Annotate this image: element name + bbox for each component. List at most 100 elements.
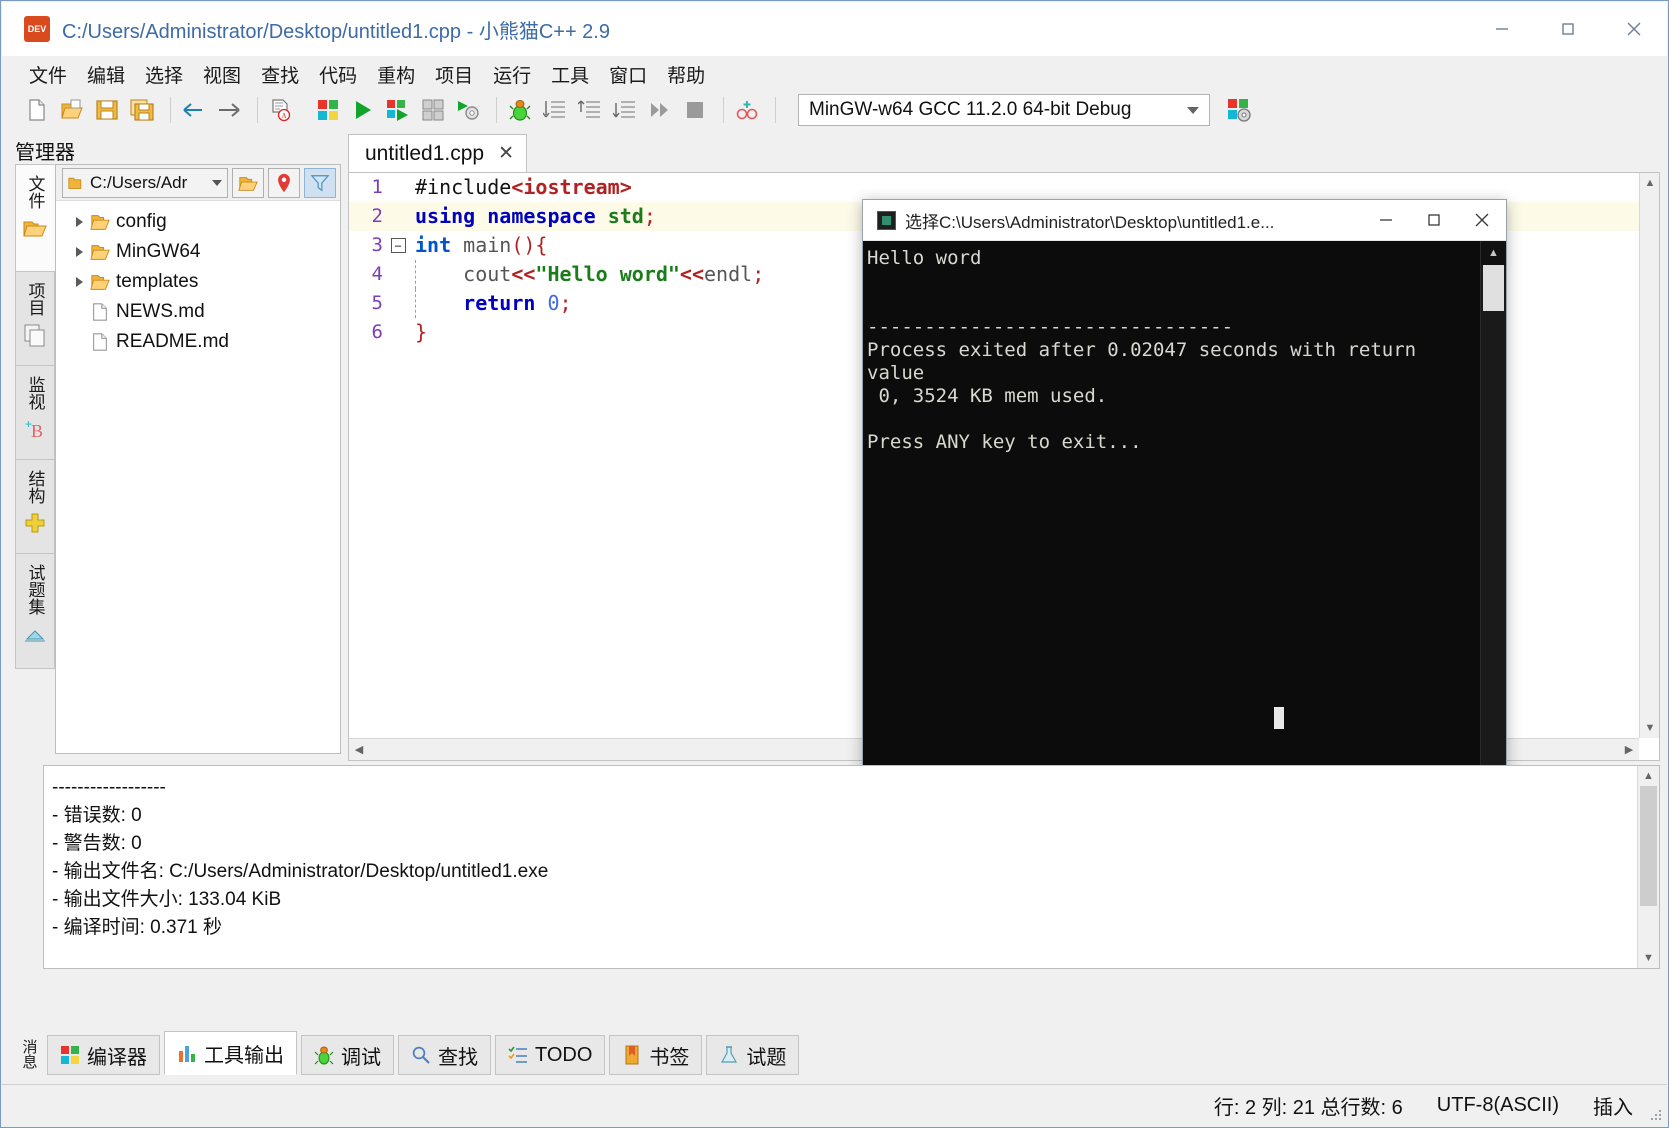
btab-bookmark[interactable]: 书签 (609, 1035, 702, 1075)
output-scrollbar[interactable]: ▲ ▼ (1637, 766, 1659, 968)
close-icon[interactable]: ✕ (498, 144, 514, 163)
compile-icon[interactable] (313, 95, 343, 125)
stop-icon[interactable] (680, 95, 710, 125)
chevron-right-icon[interactable] (68, 247, 90, 257)
compiler-options-icon[interactable] (453, 95, 483, 125)
btab-find[interactable]: 查找 (398, 1035, 491, 1075)
toolbar-separator (723, 97, 724, 123)
open-folder-icon[interactable] (57, 95, 87, 125)
code-text[interactable]: cout<<"Hello word"<<endl; (407, 260, 764, 289)
step-out-icon[interactable] (610, 95, 640, 125)
tab-untitled1-cpp[interactable]: untitled1.cpp ✕ (348, 134, 527, 172)
menu-run[interactable]: 运行 (484, 58, 540, 91)
toolbar-separator (775, 97, 776, 123)
back-arrow-icon[interactable] (179, 95, 209, 125)
minimize-icon[interactable] (1362, 200, 1410, 240)
code-text[interactable]: int main(){ (407, 231, 547, 260)
code-text[interactable]: return 0; (407, 289, 572, 318)
menu-tools[interactable]: 工具 (542, 58, 598, 91)
vtab-watch-label: 监视 (27, 376, 44, 410)
list-item[interactable]: README.md (56, 327, 340, 357)
vtab-files[interactable]: 文件 (15, 164, 55, 271)
close-icon[interactable] (1458, 200, 1506, 240)
vtab-watch[interactable]: 监视 +B (15, 365, 55, 459)
code-text[interactable]: } (407, 318, 427, 347)
menu-project[interactable]: 项目 (426, 58, 482, 91)
scroll-up-icon[interactable]: ▲ (1638, 766, 1659, 786)
btab-problems[interactable]: 试题 (706, 1035, 799, 1075)
step-into-icon[interactable] (575, 95, 605, 125)
maximize-icon[interactable] (1410, 200, 1458, 240)
scroll-up-icon[interactable]: ▲ (1481, 241, 1506, 265)
path-combo[interactable]: C:/Users/Adr (62, 168, 228, 198)
save-icon[interactable] (92, 95, 122, 125)
insert-mode-status[interactable]: 插入 (1593, 1091, 1633, 1120)
minimize-icon[interactable] (1469, 2, 1535, 56)
window-title: C:/Users/Administrator/Desktop/untitled1… (62, 15, 610, 44)
btab-todo[interactable]: TODO (495, 1035, 605, 1075)
list-item[interactable]: templates (56, 267, 340, 297)
btab-debug-label: 调试 (341, 1041, 381, 1070)
resize-grip-icon[interactable] (1649, 1108, 1663, 1122)
new-file-icon[interactable] (22, 95, 52, 125)
menu-file[interactable]: 文件 (20, 58, 76, 91)
code-text[interactable]: #include<iostream> (407, 173, 632, 202)
compiler-settings-icon[interactable] (1224, 95, 1254, 125)
location-pin-icon[interactable] (268, 168, 300, 198)
menu-edit[interactable]: 编辑 (78, 58, 134, 91)
chevron-right-icon[interactable] (68, 277, 90, 287)
list-item[interactable]: config (56, 207, 340, 237)
menu-refactor[interactable]: 重构 (368, 58, 424, 91)
save-all-icon[interactable] (127, 95, 157, 125)
list-item[interactable]: NEWS.md (56, 297, 340, 327)
list-item[interactable]: MinGW64 (56, 237, 340, 267)
compiler-set-select[interactable]: MinGW-w64 GCC 11.2.0 64-bit Debug (798, 94, 1210, 126)
line-number: 3 (349, 231, 389, 260)
close-icon[interactable] (1601, 2, 1667, 56)
list-item-label: MinGW64 (116, 241, 200, 263)
vtab-problemset[interactable]: 试题集 (15, 553, 55, 669)
step-over-icon[interactable] (540, 95, 570, 125)
run-icon[interactable] (348, 95, 378, 125)
fold-collapse-icon[interactable]: − (391, 238, 406, 253)
file-tree: config MinGW64 templates (56, 201, 340, 357)
toolbar-separator (257, 97, 258, 123)
menu-window[interactable]: 窗口 (600, 58, 656, 91)
scroll-down-icon[interactable]: ▼ (1638, 948, 1659, 968)
menu-select[interactable]: 选择 (136, 58, 192, 91)
vtab-structure[interactable]: 结构 (15, 459, 55, 553)
rebuild-icon[interactable] (418, 95, 448, 125)
menu-find[interactable]: 查找 (252, 58, 308, 91)
vtab-project[interactable]: 项目 (15, 271, 55, 365)
filter-funnel-icon[interactable] (304, 168, 336, 198)
encoding-status[interactable]: UTF-8(ASCII) (1437, 1094, 1559, 1117)
menu-code[interactable]: 代码 (310, 58, 366, 91)
menu-view[interactable]: 视图 (194, 58, 250, 91)
btab-tool-output[interactable]: 工具输出 (164, 1031, 297, 1075)
menu-help[interactable]: 帮助 (658, 58, 714, 91)
fold-column[interactable]: − (389, 238, 407, 253)
btab-compiler[interactable]: 编译器 (47, 1035, 160, 1075)
compile-run-icon[interactable] (383, 95, 413, 125)
rename-symbol-icon[interactable]: A (266, 95, 296, 125)
scroll-thumb[interactable] (1483, 265, 1504, 311)
scroll-up-icon[interactable]: ▲ (1640, 173, 1660, 193)
debug-icon[interactable] (505, 95, 535, 125)
scroll-down-icon[interactable]: ▼ (1640, 718, 1660, 738)
maximize-icon[interactable] (1535, 2, 1601, 56)
continue-icon[interactable] (645, 95, 675, 125)
scroll-right-icon[interactable]: ▶ (1619, 740, 1639, 760)
add-watch-icon[interactable] (732, 95, 762, 125)
btab-debug[interactable]: 调试 (301, 1035, 394, 1075)
indent-guide (415, 260, 416, 289)
editor-vertical-scrollbar[interactable]: ▲ ▼ (1639, 173, 1659, 738)
code-token: cout (415, 262, 511, 286)
scroll-thumb[interactable] (1640, 786, 1657, 906)
code-line[interactable]: 1#include<iostream> (349, 173, 1639, 202)
forward-arrow-icon[interactable] (214, 95, 244, 125)
chevron-right-icon[interactable] (68, 217, 90, 227)
open-folder-icon[interactable] (232, 168, 264, 198)
scroll-left-icon[interactable]: ◀ (349, 740, 369, 760)
file-explorer-toolbar: C:/Users/Adr (56, 165, 340, 201)
code-text[interactable]: using namespace std; (407, 202, 656, 231)
